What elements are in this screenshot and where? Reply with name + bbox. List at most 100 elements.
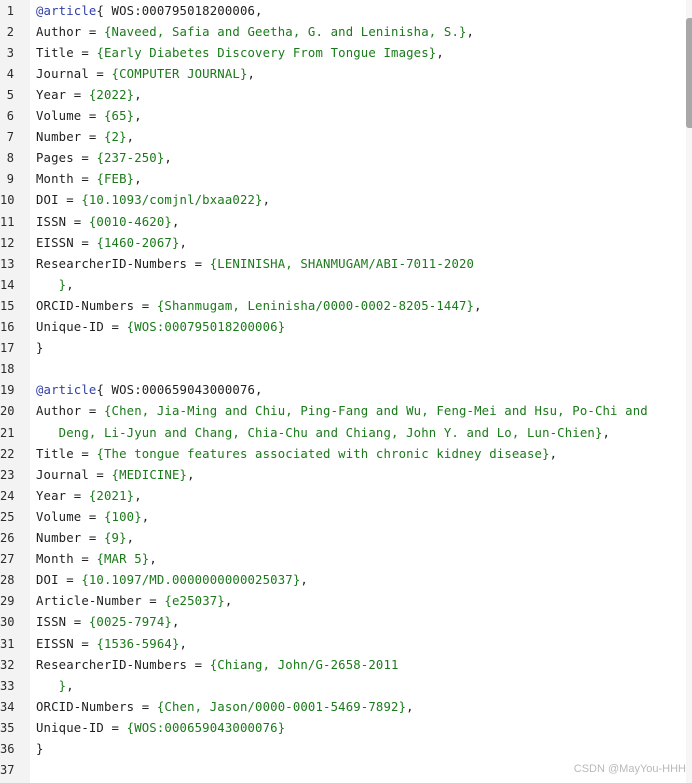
line-number: 34: [0, 699, 15, 714]
line-number: 10: [0, 193, 15, 208]
line-number: 7: [6, 130, 14, 145]
field-value: {WOS:000795018200006}: [126, 320, 286, 334]
code-line[interactable]: ResearcherID-Numbers = {Chiang, John/G-2…: [36, 655, 399, 676]
code-line[interactable]: @article{ WOS:000795018200006,: [36, 1, 263, 22]
code-line[interactable]: ISSN = {0025-7974},: [36, 612, 180, 633]
field-value: }: [36, 277, 67, 292]
code-line[interactable]: Volume = {65},: [36, 106, 142, 127]
code-text: ,: [66, 277, 74, 292]
code-line[interactable]: }: [36, 338, 44, 359]
code-line[interactable]: ResearcherID-Numbers = {LENINISHA, SHANM…: [36, 254, 474, 275]
entry-type-keyword: @article: [36, 383, 97, 398]
code-line[interactable]: DOI = {10.1093/comjnl/bxaa022},: [36, 190, 270, 211]
code-text: ISSN =: [36, 615, 89, 630]
code-line[interactable]: Journal = {COMPUTER JOURNAL},: [36, 64, 255, 85]
code-line[interactable]: Author = {Naveed, Safia and Geetha, G. a…: [36, 22, 474, 43]
field-value: {e25037}: [164, 594, 225, 609]
field-value: {2021}: [88, 488, 135, 503]
code-text: ,: [134, 172, 142, 187]
code-line[interactable]: },: [36, 275, 74, 296]
field-value: }: [36, 678, 67, 693]
field-value: {Chen, Jason/0000-0001-5469-7892}: [156, 699, 407, 714]
code-line[interactable]: }: [36, 739, 44, 760]
line-number-gutter: 1 2 3 4 5 6 7 8 9 10 11 12 13 14 15 16 17 18 19 20 21 22 23 24 2…: [0, 0, 30, 783]
code-text: { WOS:000795018200006,: [96, 3, 263, 18]
code-text: ResearcherID-Numbers =: [36, 657, 210, 672]
code-line[interactable]: Volume = {100},: [36, 507, 149, 528]
line-number: 25: [0, 509, 15, 524]
code-text: Number =: [36, 531, 104, 545]
scrollbar-thumb[interactable]: [686, 18, 692, 128]
code-line[interactable]: ORCID-Numbers = {Shanmugam, Leninisha/00…: [36, 296, 482, 317]
field-value: {Naveed, Safia and Geetha, G. and Lenini…: [103, 24, 467, 39]
field-value: {MEDICINE}: [111, 467, 188, 482]
code-line[interactable]: ISSN = {0010-4620},: [36, 212, 180, 233]
code-line[interactable]: Pages = {237-250},: [36, 148, 172, 169]
code-text: ORCID-Numbers =: [36, 298, 157, 313]
line-number: 33: [0, 678, 15, 693]
field-value: {9}: [103, 531, 127, 545]
code-line[interactable]: EISSN = {1460-2067},: [36, 233, 187, 254]
line-number: 18: [0, 362, 15, 377]
line-number: 23: [0, 467, 15, 482]
code-text: DOI =: [36, 193, 82, 208]
code-line[interactable]: Title = {The tongue features associated …: [36, 444, 557, 465]
field-value: {MAR 5}: [96, 552, 150, 567]
code-line[interactable]: Unique-ID = {WOS:000795018200006}: [36, 317, 285, 338]
line-number: 15: [0, 298, 15, 313]
code-line[interactable]: Number = {2},: [36, 127, 134, 148]
field-value: {Chen, Jia-Ming and Chiu, Ping-Fang and …: [103, 404, 648, 419]
code-line[interactable]: Year = {2021},: [36, 486, 142, 507]
code-text: ,: [602, 425, 611, 440]
code-line[interactable]: Number = {9},: [36, 528, 134, 549]
code-line[interactable]: Title = {Early Diabetes Discovery From T…: [36, 43, 444, 64]
line-number: 16: [0, 320, 15, 334]
line-number: 29: [0, 594, 15, 609]
line-number: 32: [0, 657, 15, 672]
code-text: Author =: [36, 404, 104, 419]
code-line[interactable]: Year = {2022},: [36, 85, 142, 106]
code-line[interactable]: },: [36, 676, 74, 697]
field-value: {237-250}: [96, 151, 165, 166]
code-text: Volume =: [36, 509, 104, 524]
code-line[interactable]: Article-Number = {e25037},: [36, 591, 232, 612]
code-text: ,: [436, 45, 444, 60]
line-number: 19: [0, 383, 15, 398]
code-line[interactable]: DOI = {10.1097/MD.0000000000025037},: [36, 570, 308, 591]
line-number: 11: [0, 214, 15, 229]
code-text: ,: [406, 699, 414, 714]
code-line[interactable]: Journal = {MEDICINE},: [36, 465, 195, 486]
line-number: 1: [6, 3, 14, 18]
code-line[interactable]: @article{ WOS:000659043000076,: [36, 380, 263, 401]
code-text: Title =: [36, 446, 97, 461]
code-text: ,: [262, 193, 271, 208]
code-text: ,: [300, 573, 308, 588]
line-number: 20: [0, 404, 15, 419]
field-value: {LENINISHA, SHANMUGAM/ABI-7011-2020: [209, 256, 475, 271]
code-line[interactable]: Month = {FEB},: [36, 169, 142, 190]
code-line[interactable]: ORCID-Numbers = {Chen, Jason/0000-0001-5…: [36, 697, 414, 718]
code-text: ,: [149, 552, 157, 567]
line-number: 2: [6, 24, 14, 39]
code-editor[interactable]: 1 2 3 4 5 6 7 8 9 10 11 12 13 14 15 16 17 18 19 20 21 22 23 24 2…: [0, 0, 692, 783]
code-text: Pages =: [36, 151, 97, 166]
code-text: ,: [134, 488, 142, 503]
line-number: 9: [6, 172, 14, 187]
field-value: {WOS:000659043000076}: [126, 720, 286, 735]
vertical-scrollbar[interactable]: [686, 0, 692, 783]
code-text: EISSN =: [36, 235, 97, 250]
code-line[interactable]: Month = {MAR 5},: [36, 549, 157, 570]
line-number: 14: [0, 277, 15, 292]
code-area[interactable]: @article{ WOS:000795018200006, Author = {…: [30, 0, 686, 783]
code-line[interactable]: Author = {Chen, Jia-Ming and Chiu, Ping-…: [36, 401, 648, 422]
code-text: ,: [126, 130, 135, 145]
code-line[interactable]: Unique-ID = {WOS:000659043000076}: [36, 718, 285, 739]
field-value: {2}: [103, 130, 127, 145]
field-value: {10.1097/MD.0000000000025037}: [81, 573, 301, 588]
line-number: 35: [0, 720, 15, 735]
code-line[interactable]: Deng, Li-Jyun and Chang, Chia-Chu and Ch…: [36, 423, 610, 444]
line-number: 37: [0, 763, 15, 778]
code-text: ResearcherID-Numbers =: [36, 256, 210, 271]
code-text: DOI =: [36, 573, 82, 588]
code-line[interactable]: EISSN = {1536-5964},: [36, 634, 187, 655]
